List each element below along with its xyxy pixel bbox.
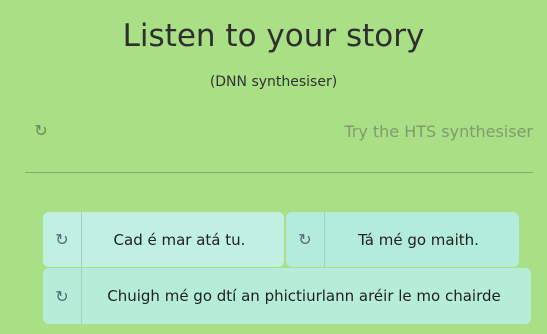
story-page: Listen to your story (DNN synthesiser) ↻…	[0, 0, 547, 334]
sentence-text: Tá mé go maith.	[358, 230, 479, 249]
sentence-text: Chuigh mé go dtí an phictiurlann aréir l…	[107, 287, 501, 305]
hts-synthesiser-link[interactable]: Try the HTS synthesiser	[344, 121, 533, 143]
sentence-chip[interactable]: ↻ Tá mé go maith.	[286, 212, 519, 267]
sentence-text: Cad é mar atá tu.	[113, 230, 246, 249]
replay-icon[interactable]: ↻	[286, 212, 325, 267]
divider	[25, 172, 533, 173]
sentence-chip[interactable]: ↻ Cad é mar atá tu.	[43, 212, 284, 267]
replay-icon[interactable]: ↻	[43, 212, 82, 267]
replay-icon[interactable]: ↻	[30, 118, 52, 144]
page-title: Listen to your story	[122, 18, 425, 54]
synthesiser-subtitle: (DNN synthesiser)	[209, 74, 338, 90]
replay-icon[interactable]: ↻	[43, 268, 82, 324]
sentence-chip[interactable]: ↻ Chuigh mé go dtí an phictiurlann aréir…	[43, 268, 531, 324]
